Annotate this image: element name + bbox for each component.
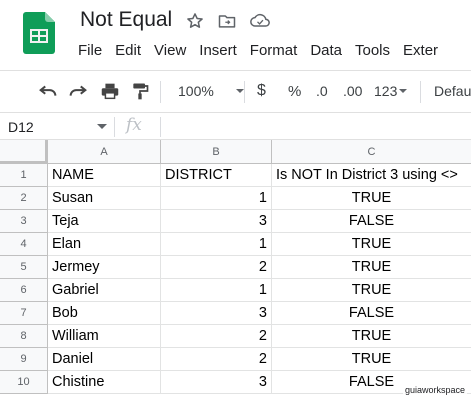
- cell-c7[interactable]: FALSE: [272, 302, 471, 325]
- formula-bar: D12 fx: [0, 112, 471, 140]
- redo-icon[interactable]: [67, 79, 89, 103]
- cell-a9[interactable]: Daniel: [48, 348, 161, 371]
- cell-c6[interactable]: TRUE: [272, 279, 471, 302]
- cell-b1[interactable]: DISTRICT: [161, 164, 272, 187]
- fx-icon: fx: [126, 115, 142, 135]
- cell-c2[interactable]: TRUE: [272, 187, 471, 210]
- cell-b3[interactable]: 3: [161, 210, 272, 233]
- row-header[interactable]: 10: [0, 371, 48, 394]
- number-format-select[interactable]: 123: [374, 79, 409, 103]
- menu-data[interactable]: Data: [310, 42, 342, 59]
- print-icon[interactable]: [99, 79, 121, 103]
- paint-format-icon[interactable]: [130, 79, 150, 103]
- cell-c4[interactable]: TRUE: [272, 233, 471, 256]
- cell-b9[interactable]: 2: [161, 348, 272, 371]
- cell-c1[interactable]: Is NOT In District 3 using <>: [272, 164, 471, 187]
- cell-c9[interactable]: TRUE: [272, 348, 471, 371]
- row-header[interactable]: 5: [0, 256, 48, 279]
- cell-a8[interactable]: William: [48, 325, 161, 348]
- cell-b7[interactable]: 3: [161, 302, 272, 325]
- cell-a3[interactable]: Teja: [48, 210, 161, 233]
- row-header[interactable]: 1: [0, 164, 48, 187]
- row-header[interactable]: 3: [0, 210, 48, 233]
- chevron-down-icon: [235, 89, 244, 93]
- cell-b6[interactable]: 1: [161, 279, 272, 302]
- number-format-label: 123: [374, 83, 398, 99]
- decrease-decimal-label: .0: [316, 83, 328, 99]
- menu-extensions[interactable]: Exter: [403, 42, 438, 59]
- cell-a5[interactable]: Jermey: [48, 256, 161, 279]
- menu-tools[interactable]: Tools: [355, 42, 390, 59]
- cell-b5[interactable]: 2: [161, 256, 272, 279]
- zoom-value: 100%: [178, 83, 214, 99]
- cell-b8[interactable]: 2: [161, 325, 272, 348]
- cell-a7[interactable]: Bob: [48, 302, 161, 325]
- column-header-b[interactable]: B: [161, 140, 272, 164]
- increase-decimal-button[interactable]: .00: [343, 79, 362, 103]
- spreadsheet-grid: A B C 1 NAME DISTRICT Is NOT In District 3 usi…: [0, 140, 471, 399]
- cell-a1[interactable]: NAME: [48, 164, 161, 187]
- column-header-c[interactable]: C: [272, 140, 471, 164]
- select-all-corner[interactable]: [0, 140, 48, 164]
- undo-icon[interactable]: [37, 79, 59, 103]
- percent-format-button[interactable]: %: [288, 79, 301, 103]
- menu-edit[interactable]: Edit: [115, 42, 141, 59]
- row-header[interactable]: 8: [0, 325, 48, 348]
- decrease-decimal-button[interactable]: .0: [316, 79, 328, 103]
- cell-b4[interactable]: 1: [161, 233, 272, 256]
- cell-b10[interactable]: 3: [161, 371, 272, 394]
- menu-format[interactable]: Format: [250, 42, 298, 59]
- menu-insert[interactable]: Insert: [199, 42, 237, 59]
- row-header[interactable]: 7: [0, 302, 48, 325]
- watermark: guiaworkspace: [402, 385, 467, 395]
- cell-a6[interactable]: Gabriel: [48, 279, 161, 302]
- column-header-a[interactable]: A: [48, 140, 161, 164]
- cell-c8[interactable]: TRUE: [272, 325, 471, 348]
- cell-a4[interactable]: Elan: [48, 233, 161, 256]
- move-to-folder-icon[interactable]: [217, 11, 237, 31]
- toolbar: 100% $ % .0 .00 123 Defau: [0, 70, 471, 112]
- star-icon[interactable]: [185, 11, 205, 31]
- menu-view[interactable]: View: [154, 42, 186, 59]
- menu-bar: File Edit View Insert Format Data Tools …: [78, 42, 451, 59]
- cell-c5[interactable]: TRUE: [272, 256, 471, 279]
- cell-a10[interactable]: Chistine: [48, 371, 161, 394]
- cell-c3[interactable]: FALSE: [272, 210, 471, 233]
- row-header[interactable]: 6: [0, 279, 48, 302]
- zoom-select[interactable]: 100%: [178, 79, 248, 103]
- menu-file[interactable]: File: [78, 42, 102, 59]
- row-header[interactable]: 4: [0, 233, 48, 256]
- increase-decimal-label: .00: [343, 83, 363, 99]
- cell-b2[interactable]: 1: [161, 187, 272, 210]
- title-bar: Not Equal File Edit View Insert Format D…: [0, 0, 471, 70]
- row-header[interactable]: 9: [0, 348, 48, 371]
- sheets-logo-icon[interactable]: [23, 12, 55, 54]
- row-header[interactable]: 2: [0, 187, 48, 210]
- name-box-chevron-icon[interactable]: [97, 124, 107, 129]
- currency-format-button[interactable]: $: [257, 79, 266, 103]
- document-title[interactable]: Not Equal: [80, 8, 172, 32]
- cloud-status-icon[interactable]: [249, 11, 271, 31]
- chevron-down-icon: [399, 89, 408, 93]
- cell-a2[interactable]: Susan: [48, 187, 161, 210]
- font-select[interactable]: Defau: [434, 79, 471, 103]
